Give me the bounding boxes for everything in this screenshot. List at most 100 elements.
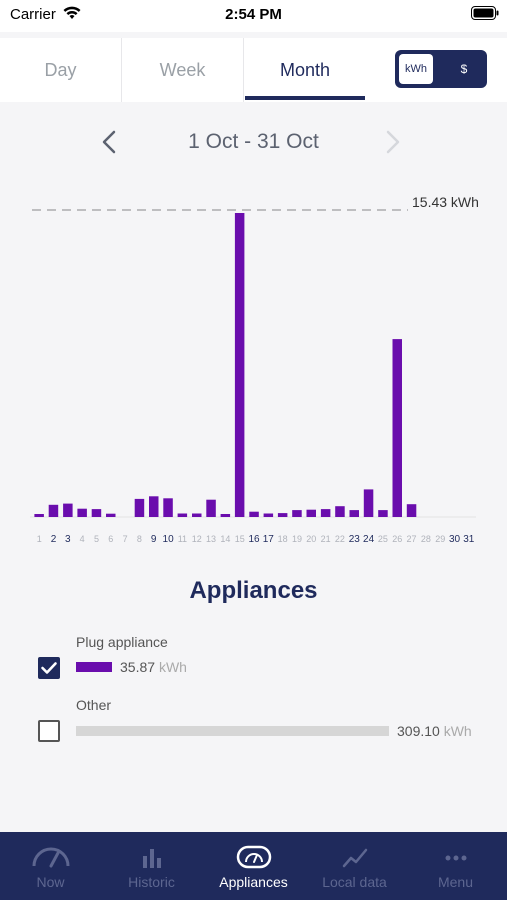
status-time: 2:54 PM — [225, 6, 282, 23]
tick-label-25: 25 — [378, 534, 388, 544]
bar-day-6[interactable] — [106, 513, 116, 517]
tick-label-28: 28 — [421, 534, 431, 544]
tick-label-23: 23 — [349, 534, 361, 545]
bar-day-12[interactable] — [192, 513, 202, 518]
plug-appliance-swatch — [76, 662, 112, 672]
bar-day-15[interactable] — [234, 213, 245, 517]
bar-day-8[interactable] — [134, 498, 145, 517]
tick-label-12: 12 — [192, 534, 202, 544]
bar-day-27[interactable] — [406, 504, 417, 517]
tick-label-7: 7 — [123, 534, 128, 544]
tick-label-31: 31 — [463, 534, 475, 545]
date-navigation: 1 Oct - 31 Oct — [0, 120, 507, 164]
bar-day-23[interactable] — [349, 510, 360, 517]
tick-label-20: 20 — [306, 534, 316, 544]
other-bar — [76, 726, 389, 736]
bar-chart-icon — [142, 849, 161, 868]
period-tabs: Day Week Month kWh $ — [0, 38, 507, 102]
nav-item-now[interactable]: Now — [0, 832, 101, 900]
more-icon — [445, 855, 466, 861]
nav-item-local-data[interactable]: Local data — [304, 832, 405, 900]
bar-day-5[interactable] — [91, 509, 102, 517]
bar-day-17[interactable] — [263, 513, 274, 518]
nav-label-menu: Menu — [437, 874, 474, 890]
date-range-label: 1 Oct - 31 Oct — [188, 130, 319, 153]
bar-day-1[interactable] — [34, 514, 44, 517]
nav-item-historic[interactable]: Historic — [101, 832, 202, 900]
active-tab-indicator — [245, 96, 365, 100]
nav-item-appliances[interactable]: Appliances — [203, 832, 304, 900]
bottom-navigation: Now Historic Appliances Local data Menu — [0, 832, 507, 900]
other-checkbox[interactable] — [38, 720, 60, 742]
nav-label-appliances: Appliances — [219, 874, 288, 890]
bar-day-21[interactable] — [320, 509, 331, 517]
tab-week[interactable]: Week — [122, 38, 244, 102]
tick-label-2: 2 — [51, 534, 57, 545]
tick-label-9: 9 — [151, 534, 157, 545]
chart-x-ticks: 1 2 3 4 5 6 7 8 9 10 11 12 13 14 15 16 17 18 19 20 21 22 23 24 2… — [37, 534, 475, 545]
plug-appliance-value: 35.87 kWh — [120, 659, 187, 675]
bar-day-3[interactable] — [63, 503, 73, 517]
tick-label-13: 13 — [206, 534, 216, 544]
tick-label-27: 27 — [406, 534, 416, 544]
gauge-icon — [32, 847, 69, 868]
nav-label-now: Now — [36, 874, 65, 890]
appliance-meter-icon — [236, 845, 271, 869]
next-period-button[interactable] — [380, 128, 404, 156]
daily-consumption-chart: 15.43 kWh 1 2 3 4 5 6 7 8 9 10 11 12 13 14 15 16 17 18 19 2… — [30, 194, 479, 545]
tick-label-22: 22 — [335, 534, 345, 544]
tab-day[interactable]: Day — [0, 38, 122, 102]
tick-label-17: 17 — [263, 534, 275, 545]
unit-kwh-option[interactable]: kWh — [399, 54, 433, 84]
bar-day-11[interactable] — [177, 513, 188, 518]
bar-day-2[interactable] — [48, 504, 59, 517]
tick-label-18: 18 — [278, 534, 288, 544]
bar-day-22[interactable] — [335, 506, 345, 517]
other-label: Other — [76, 697, 112, 713]
bar-day-24[interactable] — [363, 489, 374, 517]
tick-label-26: 26 — [392, 534, 402, 544]
other-unit: kWh — [443, 723, 472, 739]
tick-label-3: 3 — [65, 534, 71, 545]
nav-item-menu[interactable]: Menu — [405, 832, 506, 900]
bar-day-25[interactable] — [378, 510, 388, 517]
bar-day-10[interactable] — [163, 498, 173, 517]
nav-label-historic: Historic — [128, 874, 175, 890]
bar-day-14[interactable] — [220, 514, 231, 517]
tick-label-24: 24 — [363, 534, 375, 545]
tick-label-30: 30 — [449, 534, 461, 545]
nav-label-local-data: Local data — [322, 874, 387, 890]
plug-appliance-unit: kWh — [158, 659, 187, 675]
bar-day-4[interactable] — [77, 508, 87, 517]
bar-day-13[interactable] — [206, 499, 216, 517]
other-number: 309.10 — [397, 723, 440, 739]
unit-dollar-option[interactable]: $ — [445, 54, 483, 84]
tab-month[interactable]: Month — [244, 38, 366, 102]
battery-icon — [471, 6, 499, 20]
unit-toggle[interactable]: kWh $ — [395, 50, 487, 88]
tick-label-5: 5 — [94, 534, 99, 544]
status-bar: Carrier 2:54 PM — [0, 0, 507, 32]
max-value-label: 15.43 kWh — [412, 194, 479, 210]
appliances-heading: Appliances — [189, 577, 318, 604]
plug-appliance-checkbox[interactable] — [38, 657, 60, 679]
checkmark-icon — [41, 662, 57, 674]
bar-day-26[interactable] — [392, 339, 403, 517]
line-chart-icon — [342, 848, 367, 868]
bar-day-16[interactable] — [249, 511, 259, 517]
tick-label-11: 11 — [178, 534, 187, 544]
tick-label-19: 19 — [292, 534, 302, 544]
tick-label-1: 1 — [37, 534, 42, 544]
bar-day-9[interactable] — [149, 496, 159, 517]
tick-label-6: 6 — [108, 534, 113, 544]
bar-day-18[interactable] — [277, 513, 288, 517]
bar-day-19[interactable] — [292, 510, 302, 517]
plug-appliance-number: 35.87 — [120, 659, 156, 675]
tick-label-8: 8 — [137, 534, 142, 544]
bar-day-20[interactable] — [306, 509, 317, 517]
chart-bars — [34, 213, 417, 518]
tick-label-16: 16 — [248, 534, 260, 545]
other-value: 309.10 kWh — [397, 723, 472, 739]
tick-label-4: 4 — [80, 534, 85, 544]
tick-label-21: 21 — [321, 534, 331, 544]
